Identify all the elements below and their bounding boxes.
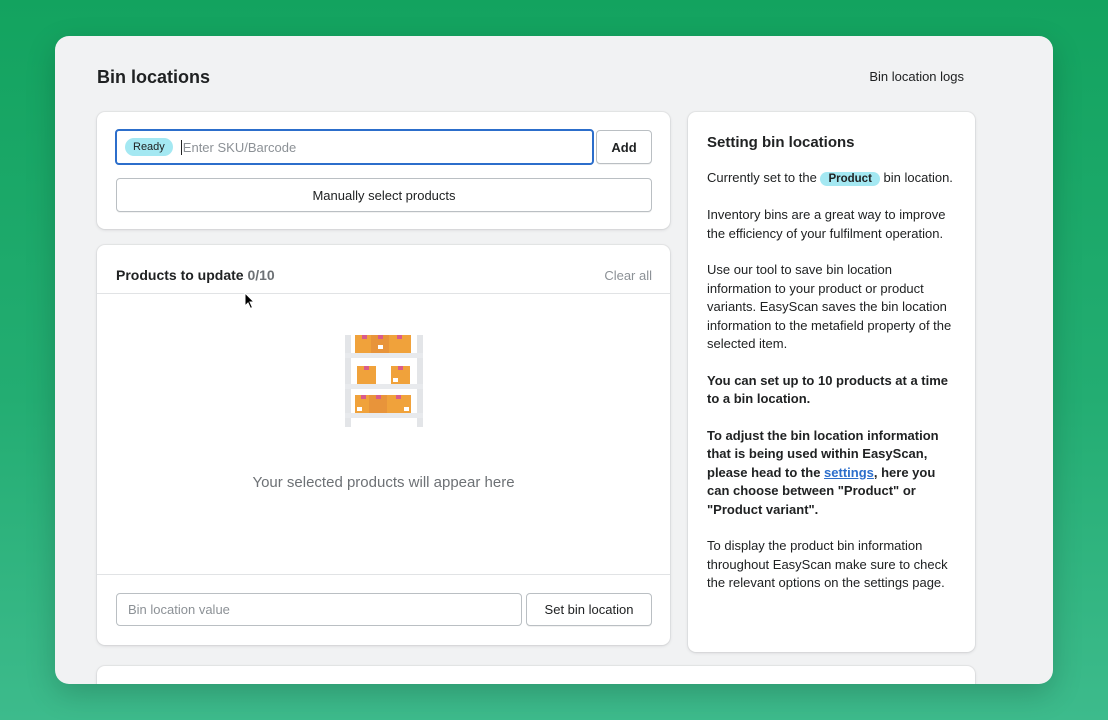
mouse-pointer-icon bbox=[244, 292, 256, 310]
products-count: 0/10 bbox=[247, 267, 275, 283]
info-paragraph: Use our tool to save bin location inform… bbox=[707, 262, 952, 351]
bottom-card bbox=[97, 666, 975, 684]
status-badge: Ready bbox=[125, 138, 173, 156]
empty-state-text: Your selected products will appear here bbox=[252, 474, 515, 491]
header-divider bbox=[97, 293, 670, 294]
info-title: Setting bin locations bbox=[707, 134, 855, 151]
info-p1-text: Currently set to the bbox=[707, 169, 817, 185]
products-title: Products to update bbox=[116, 267, 244, 283]
info-card: Setting bin locations Currently set to t… bbox=[688, 112, 975, 652]
products-header: Products to update 0/10 bbox=[116, 267, 275, 283]
sku-input[interactable] bbox=[180, 139, 592, 155]
info-paragraph: Inventory bins are a great way to improv… bbox=[707, 207, 946, 241]
products-card: Products to update 0/10 Clear all Your s… bbox=[97, 245, 670, 645]
settings-link[interactable]: settings bbox=[824, 465, 874, 480]
bin-location-input[interactable] bbox=[116, 593, 522, 626]
sku-field[interactable]: Ready bbox=[115, 129, 594, 165]
bin-location-logs-link[interactable]: Bin location logs bbox=[869, 69, 964, 84]
info-settings-note: To adjust the bin location information t… bbox=[707, 427, 956, 520]
scan-card: Ready Add Manually select products bbox=[97, 112, 670, 229]
info-current-setting: Currently set to the Product bin locatio… bbox=[707, 169, 956, 189]
info-p1-text-end: bin location. bbox=[883, 169, 953, 185]
manually-select-products-button[interactable]: Manually select products bbox=[116, 178, 652, 212]
add-button[interactable]: Add bbox=[596, 130, 652, 164]
info-limit-note: You can set up to 10 products at a time … bbox=[707, 372, 949, 407]
app-window: Bin locations Bin location logs Ready Ad… bbox=[55, 36, 1053, 684]
set-bin-location-button[interactable]: Set bin location bbox=[526, 593, 652, 626]
product-badge: Product bbox=[820, 171, 880, 186]
clear-all-button[interactable]: Clear all bbox=[604, 268, 652, 283]
info-paragraph: To display the product bin information t… bbox=[707, 538, 948, 590]
page-title: Bin locations bbox=[97, 67, 211, 87]
footer-divider bbox=[97, 574, 670, 575]
warehouse-shelf-icon bbox=[345, 335, 423, 427]
